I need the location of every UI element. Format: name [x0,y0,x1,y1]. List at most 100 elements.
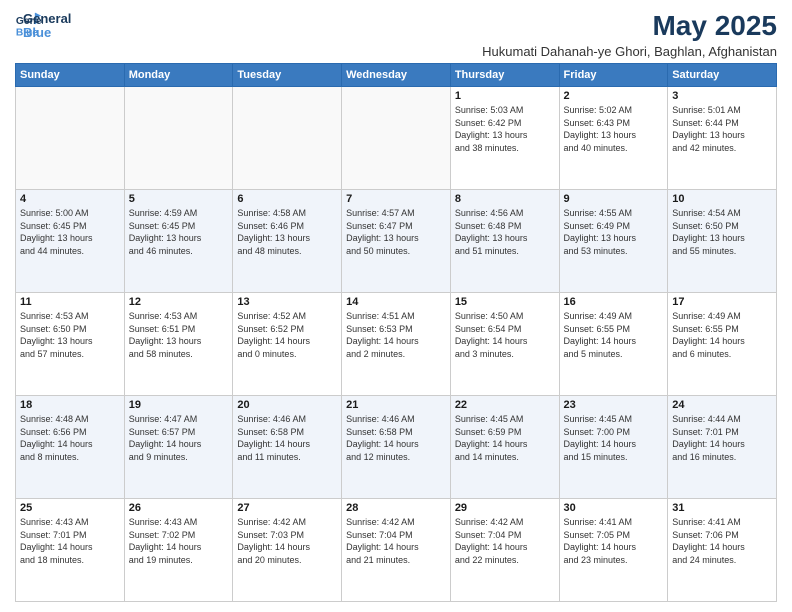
day-detail: Sunrise: 5:01 AM Sunset: 6:44 PM Dayligh… [672,104,772,154]
col-wednesday: Wednesday [342,64,451,87]
day-detail: Sunrise: 4:44 AM Sunset: 7:01 PM Dayligh… [672,413,772,463]
day-number: 25 [20,502,120,514]
day-detail: Sunrise: 4:49 AM Sunset: 6:55 PM Dayligh… [564,310,664,360]
day-detail: Sunrise: 5:02 AM Sunset: 6:43 PM Dayligh… [564,104,664,154]
month-year: May 2025 [482,10,777,42]
day-detail: Sunrise: 4:47 AM Sunset: 6:57 PM Dayligh… [129,413,229,463]
table-row: 20 Sunrise: 4:46 AM Sunset: 6:58 PM Dayli… [233,396,342,499]
day-detail: Sunrise: 4:59 AM Sunset: 6:45 PM Dayligh… [129,207,229,257]
day-number: 31 [672,502,772,514]
table-row: 14Sunrise: 4:51 AM Sunset: 6:53 PM Dayli… [342,293,451,396]
table-row [124,87,233,190]
day-number: 12 [129,296,229,308]
day-number: 16 [564,296,664,308]
header: General Blue General Blue May 2025 Hukum… [15,10,777,59]
table-row: 15 Sunrise: 4:50 AM Sunset: 6:54 PM Dayli… [450,293,559,396]
table-row: 27Sunrise: 4:42 AM Sunset: 7:03 PM Dayli… [233,499,342,602]
day-detail: Sunrise: 4:46 AM Sunset: 6:58 PM Dayligh… [237,413,337,463]
day-number: 13 [237,296,337,308]
day-number: 2 [564,90,664,102]
table-row: 11Sunrise: 4:53 AM Sunset: 6:50 PM Dayli… [16,293,125,396]
calendar-header-row: Sunday Monday Tuesday Wednesday Thursday… [16,64,777,87]
table-row: 26 Sunrise: 4:43 AM Sunset: 7:02 PM Dayli… [124,499,233,602]
day-detail: Sunrise: 4:56 AM Sunset: 6:48 PM Dayligh… [455,207,555,257]
table-row [16,87,125,190]
day-detail: Sunrise: 4:50 AM Sunset: 6:54 PM Dayligh… [455,310,555,360]
page: General Blue General Blue May 2025 Hukum… [0,0,792,612]
table-row: 8 Sunrise: 4:56 AM Sunset: 6:48 PM Daylig… [450,190,559,293]
day-number: 27 [237,502,337,514]
col-monday: Monday [124,64,233,87]
table-row: 2 Sunrise: 5:02 AM Sunset: 6:43 PM Daylig… [559,87,668,190]
day-number: 6 [237,193,337,205]
day-number: 4 [20,193,120,205]
table-row: 18Sunrise: 4:48 AM Sunset: 6:56 PM Dayli… [16,396,125,499]
table-row: 31 Sunrise: 4:41 AM Sunset: 7:06 PM Dayli… [668,499,777,602]
day-number: 8 [455,193,555,205]
title-block: May 2025 Hukumati Dahanah-ye Ghori, Bagh… [482,10,777,59]
table-row: 24 Sunrise: 4:44 AM Sunset: 7:01 PM Dayli… [668,396,777,499]
col-thursday: Thursday [450,64,559,87]
table-row: 17Sunrise: 4:49 AM Sunset: 6:55 PM Dayli… [668,293,777,396]
day-detail: Sunrise: 4:41 AM Sunset: 7:06 PM Dayligh… [672,516,772,566]
table-row: 19Sunrise: 4:47 AM Sunset: 6:57 PM Dayli… [124,396,233,499]
table-row: 29Sunrise: 4:42 AM Sunset: 7:04 PM Dayli… [450,499,559,602]
day-detail: Sunrise: 5:00 AM Sunset: 6:45 PM Dayligh… [20,207,120,257]
col-sunday: Sunday [16,64,125,87]
table-row: 3 Sunrise: 5:01 AM Sunset: 6:44 PM Daylig… [668,87,777,190]
table-row: 28Sunrise: 4:42 AM Sunset: 7:04 PM Dayli… [342,499,451,602]
day-number: 26 [129,502,229,514]
col-tuesday: Tuesday [233,64,342,87]
day-detail: Sunrise: 4:57 AM Sunset: 6:47 PM Dayligh… [346,207,446,257]
table-row: 21Sunrise: 4:46 AM Sunset: 6:58 PM Dayli… [342,396,451,499]
day-number: 11 [20,296,120,308]
day-number: 1 [455,90,555,102]
day-detail: Sunrise: 4:54 AM Sunset: 6:50 PM Dayligh… [672,207,772,257]
day-number: 23 [564,399,664,411]
calendar-table: Sunday Monday Tuesday Wednesday Thursday… [15,63,777,602]
day-detail: Sunrise: 4:43 AM Sunset: 7:01 PM Dayligh… [20,516,120,566]
day-number: 18 [20,399,120,411]
table-row: 13Sunrise: 4:52 AM Sunset: 6:52 PM Dayli… [233,293,342,396]
table-row: 25 Sunrise: 4:43 AM Sunset: 7:01 PM Dayli… [16,499,125,602]
table-row: 7 Sunrise: 4:57 AM Sunset: 6:47 PM Daylig… [342,190,451,293]
table-row: 9Sunrise: 4:55 AM Sunset: 6:49 PM Daylig… [559,190,668,293]
day-detail: Sunrise: 4:45 AM Sunset: 6:59 PM Dayligh… [455,413,555,463]
logo-line1: General [23,12,71,26]
table-row [342,87,451,190]
calendar-week-row: 4 Sunrise: 5:00 AM Sunset: 6:45 PM Daylig… [16,190,777,293]
location: Hukumati Dahanah-ye Ghori, Baghlan, Afgh… [482,44,777,59]
col-saturday: Saturday [668,64,777,87]
logo-line2: Blue [23,26,71,40]
day-detail: Sunrise: 4:43 AM Sunset: 7:02 PM Dayligh… [129,516,229,566]
table-row: 22 Sunrise: 4:45 AM Sunset: 6:59 PM Dayli… [450,396,559,499]
day-number: 20 [237,399,337,411]
day-number: 9 [564,193,664,205]
logo: General Blue General Blue [15,10,71,41]
day-number: 22 [455,399,555,411]
table-row: 6Sunrise: 4:58 AM Sunset: 6:46 PM Daylig… [233,190,342,293]
day-detail: Sunrise: 4:45 AM Sunset: 7:00 PM Dayligh… [564,413,664,463]
calendar-week-row: 25 Sunrise: 4:43 AM Sunset: 7:01 PM Dayli… [16,499,777,602]
col-friday: Friday [559,64,668,87]
table-row: 10 Sunrise: 4:54 AM Sunset: 6:50 PM Dayli… [668,190,777,293]
day-number: 17 [672,296,772,308]
day-number: 7 [346,193,446,205]
table-row: 23 Sunrise: 4:45 AM Sunset: 7:00 PM Dayli… [559,396,668,499]
day-detail: Sunrise: 5:03 AM Sunset: 6:42 PM Dayligh… [455,104,555,154]
table-row: 5 Sunrise: 4:59 AM Sunset: 6:45 PM Daylig… [124,190,233,293]
day-number: 3 [672,90,772,102]
day-detail: Sunrise: 4:53 AM Sunset: 6:51 PM Dayligh… [129,310,229,360]
table-row: 4 Sunrise: 5:00 AM Sunset: 6:45 PM Daylig… [16,190,125,293]
day-number: 5 [129,193,229,205]
table-row [233,87,342,190]
day-number: 15 [455,296,555,308]
day-number: 24 [672,399,772,411]
day-number: 10 [672,193,772,205]
table-row: 1 Sunrise: 5:03 AM Sunset: 6:42 PM Daylig… [450,87,559,190]
calendar-week-row: 11Sunrise: 4:53 AM Sunset: 6:50 PM Dayli… [16,293,777,396]
day-number: 29 [455,502,555,514]
day-number: 14 [346,296,446,308]
day-detail: Sunrise: 4:46 AM Sunset: 6:58 PM Dayligh… [346,413,446,463]
day-detail: Sunrise: 4:41 AM Sunset: 7:05 PM Dayligh… [564,516,664,566]
